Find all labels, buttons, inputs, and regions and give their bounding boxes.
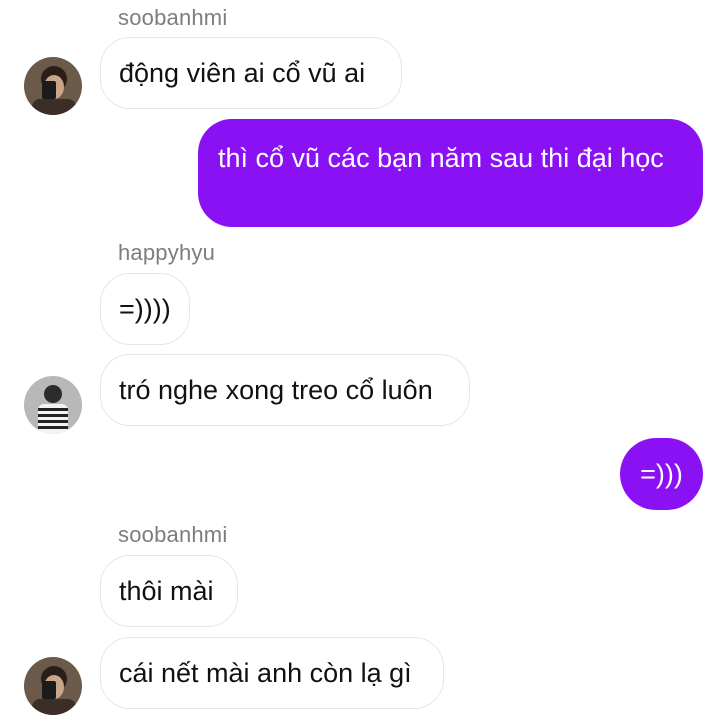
sender-name: happyhyu — [118, 240, 216, 265]
message-bubble[interactable]: =)))) — [100, 273, 190, 345]
message-text: =)))) — [119, 293, 171, 324]
message-bubble[interactable]: động viên ai cổ vũ ai — [100, 37, 402, 109]
message-bubble-outgoing[interactable]: =))) — [620, 438, 703, 510]
avatar-soobanhmi[interactable] — [24, 57, 82, 115]
profile-photo-icon — [24, 376, 82, 434]
message-text: tró nghe xong treo cổ luôn — [119, 374, 433, 405]
message-text: động viên ai cổ vũ ai — [119, 57, 366, 88]
message-bubble[interactable]: tró nghe xong treo cổ luôn — [100, 354, 470, 426]
avatar-soobanhmi[interactable] — [24, 657, 82, 715]
avatar-happyhyu[interactable] — [24, 376, 82, 434]
sender-name: soobanhmi — [118, 522, 228, 547]
message-bubble[interactable]: thôi mài — [100, 555, 238, 627]
message-text: cái nết mài anh còn lạ gì — [119, 657, 412, 688]
profile-photo-icon — [24, 657, 82, 715]
profile-photo-icon — [24, 57, 82, 115]
message-bubble-outgoing[interactable]: thì cổ vũ các bạn năm sau thi đại học — [198, 119, 703, 227]
message-bubble[interactable]: cái nết mài anh còn lạ gì — [100, 637, 444, 709]
message-text: thì cổ vũ các bạn năm sau thi đại học — [218, 143, 664, 173]
sender-name: soobanhmi — [118, 5, 228, 30]
message-text: =))) — [640, 458, 683, 489]
message-text: thôi mài — [119, 575, 214, 606]
